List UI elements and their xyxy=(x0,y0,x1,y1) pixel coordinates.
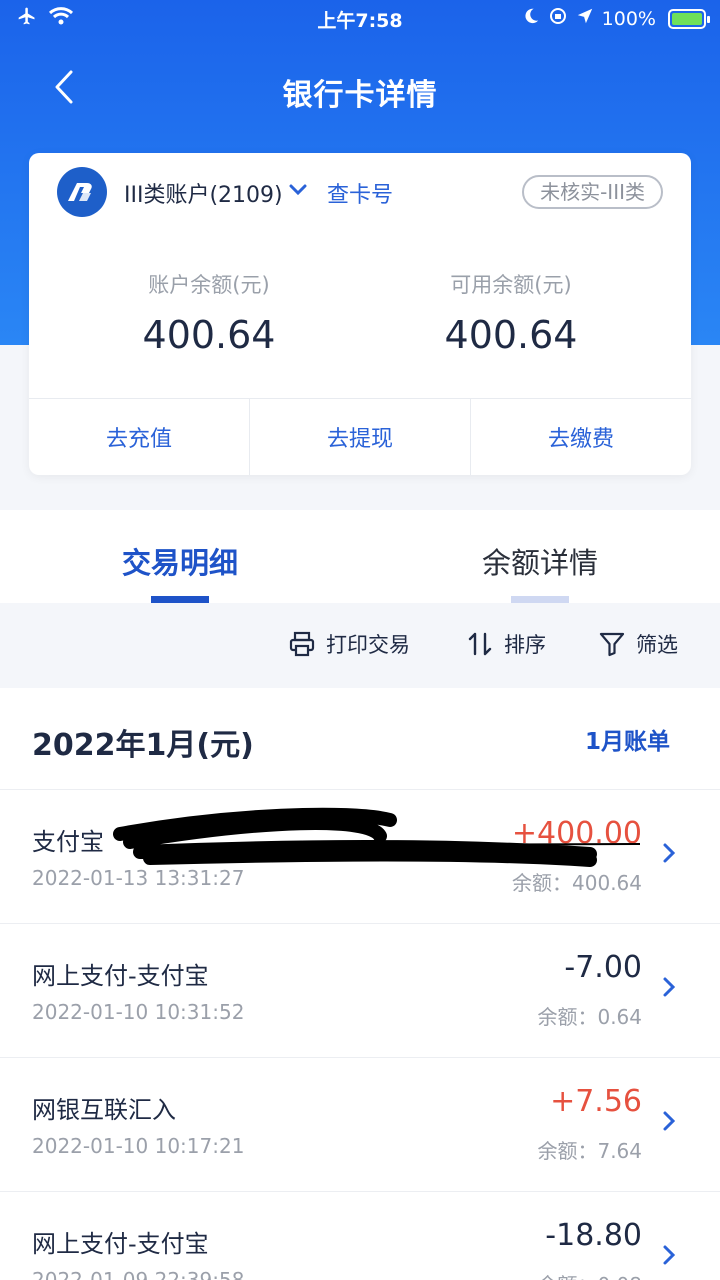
chevron-right-icon xyxy=(662,976,676,1002)
transaction-row[interactable]: 支付宝 2022-01-13 13:31:27 +400.00 余额：400.6… xyxy=(0,789,720,923)
transaction-balance: 余额：0.08 xyxy=(537,1269,642,1280)
list-toolbar: 打印交易 排序 筛选 xyxy=(0,603,720,687)
pay-bills-button[interactable]: 去缴费 xyxy=(471,399,691,475)
transaction-amount: -18.80 xyxy=(545,1218,642,1253)
transaction-amount: +400.00 xyxy=(511,816,642,851)
account-card: III类账户(2109) 查卡号 未核实-III类 账户余额(元) 400.64… xyxy=(29,153,691,475)
transaction-name: 网上支付-支付宝 xyxy=(32,962,209,990)
bank-logo-icon xyxy=(57,167,107,217)
monthly-bill-link[interactable]: 1月账单 xyxy=(585,722,670,756)
tab-transactions[interactable]: 交易明细 xyxy=(0,540,360,582)
battery-icon xyxy=(668,8,710,29)
chevron-down-icon[interactable] xyxy=(289,181,307,200)
transaction-list: 2022年1月(元) 1月账单 支付宝 2022-01-13 13:31:27 … xyxy=(0,688,720,1280)
location-icon xyxy=(576,7,594,30)
verification-badge: 未核实-III类 xyxy=(522,175,663,209)
view-card-number-link[interactable]: 查卡号 xyxy=(327,177,393,209)
chevron-right-icon xyxy=(662,1244,676,1270)
transaction-time: 2022-01-10 10:31:52 xyxy=(32,1000,245,1024)
filter-icon xyxy=(599,632,625,657)
nav-bar: 银行卡详情 xyxy=(0,52,720,124)
available-balance-label: 可用余额(元) xyxy=(450,273,572,297)
account-actions: 去充值 去提现 去缴费 xyxy=(29,399,691,475)
filter-button[interactable]: 筛选 xyxy=(598,629,678,659)
transaction-row[interactable]: 网上支付-支付宝 2022-01-09 22:39:58 -18.80 余额：0… xyxy=(0,1191,720,1280)
transaction-time: 2022-01-09 22:39:58 xyxy=(32,1268,245,1280)
transaction-time: 2022-01-10 10:17:21 xyxy=(32,1134,245,1158)
withdraw-button[interactable]: 去提现 xyxy=(250,399,471,475)
transaction-name: 支付宝 xyxy=(32,828,104,856)
sort-label: 排序 xyxy=(504,633,546,657)
transaction-balance: 余额：0.64 xyxy=(537,1005,642,1029)
print-button[interactable]: 打印交易 xyxy=(288,629,410,659)
transaction-amount: +7.56 xyxy=(550,1084,642,1119)
printer-icon xyxy=(289,631,315,657)
transaction-name: 网银互联汇入 xyxy=(32,1096,176,1124)
transaction-name: 网上支付-支付宝 xyxy=(32,1230,209,1258)
active-tab-indicator xyxy=(151,596,209,603)
available-balance-value: 400.64 xyxy=(444,313,578,357)
page-title: 银行卡详情 xyxy=(282,78,438,113)
sort-icon xyxy=(468,632,492,656)
account-name[interactable]: III类账户(2109) xyxy=(124,177,283,209)
recharge-button[interactable]: 去充值 xyxy=(29,399,250,475)
chevron-right-icon xyxy=(662,842,676,868)
transaction-balance: 余额：400.64 xyxy=(512,871,642,895)
transaction-row[interactable]: 网上支付-支付宝 2022-01-10 10:31:52 -7.00 余额：0.… xyxy=(0,923,720,1057)
account-balance-label: 账户余额(元) xyxy=(148,273,270,297)
account-balance-value: 400.64 xyxy=(142,313,276,357)
rotation-lock-icon xyxy=(548,6,568,31)
tab-bar: 交易明细 余额详情 xyxy=(0,510,720,603)
status-bar: 上午7:58 100% xyxy=(0,0,720,38)
chevron-right-icon xyxy=(662,1110,676,1136)
sort-button[interactable]: 排序 xyxy=(466,629,546,659)
month-header: 2022年1月(元) xyxy=(32,728,254,763)
print-label: 打印交易 xyxy=(326,633,410,657)
transaction-row[interactable]: 网银互联汇入 2022-01-10 10:17:21 +7.56 余额：7.64 xyxy=(0,1057,720,1191)
transaction-time: 2022-01-13 13:31:27 xyxy=(32,866,245,890)
battery-percent: 100% xyxy=(601,7,656,30)
moon-icon xyxy=(522,7,540,30)
inactive-tab-indicator xyxy=(511,596,569,603)
filter-label: 筛选 xyxy=(636,633,678,657)
tab-balance-details[interactable]: 余额详情 xyxy=(360,540,720,582)
transaction-balance: 余额：7.64 xyxy=(537,1139,642,1163)
transaction-amount: -7.00 xyxy=(564,950,642,985)
